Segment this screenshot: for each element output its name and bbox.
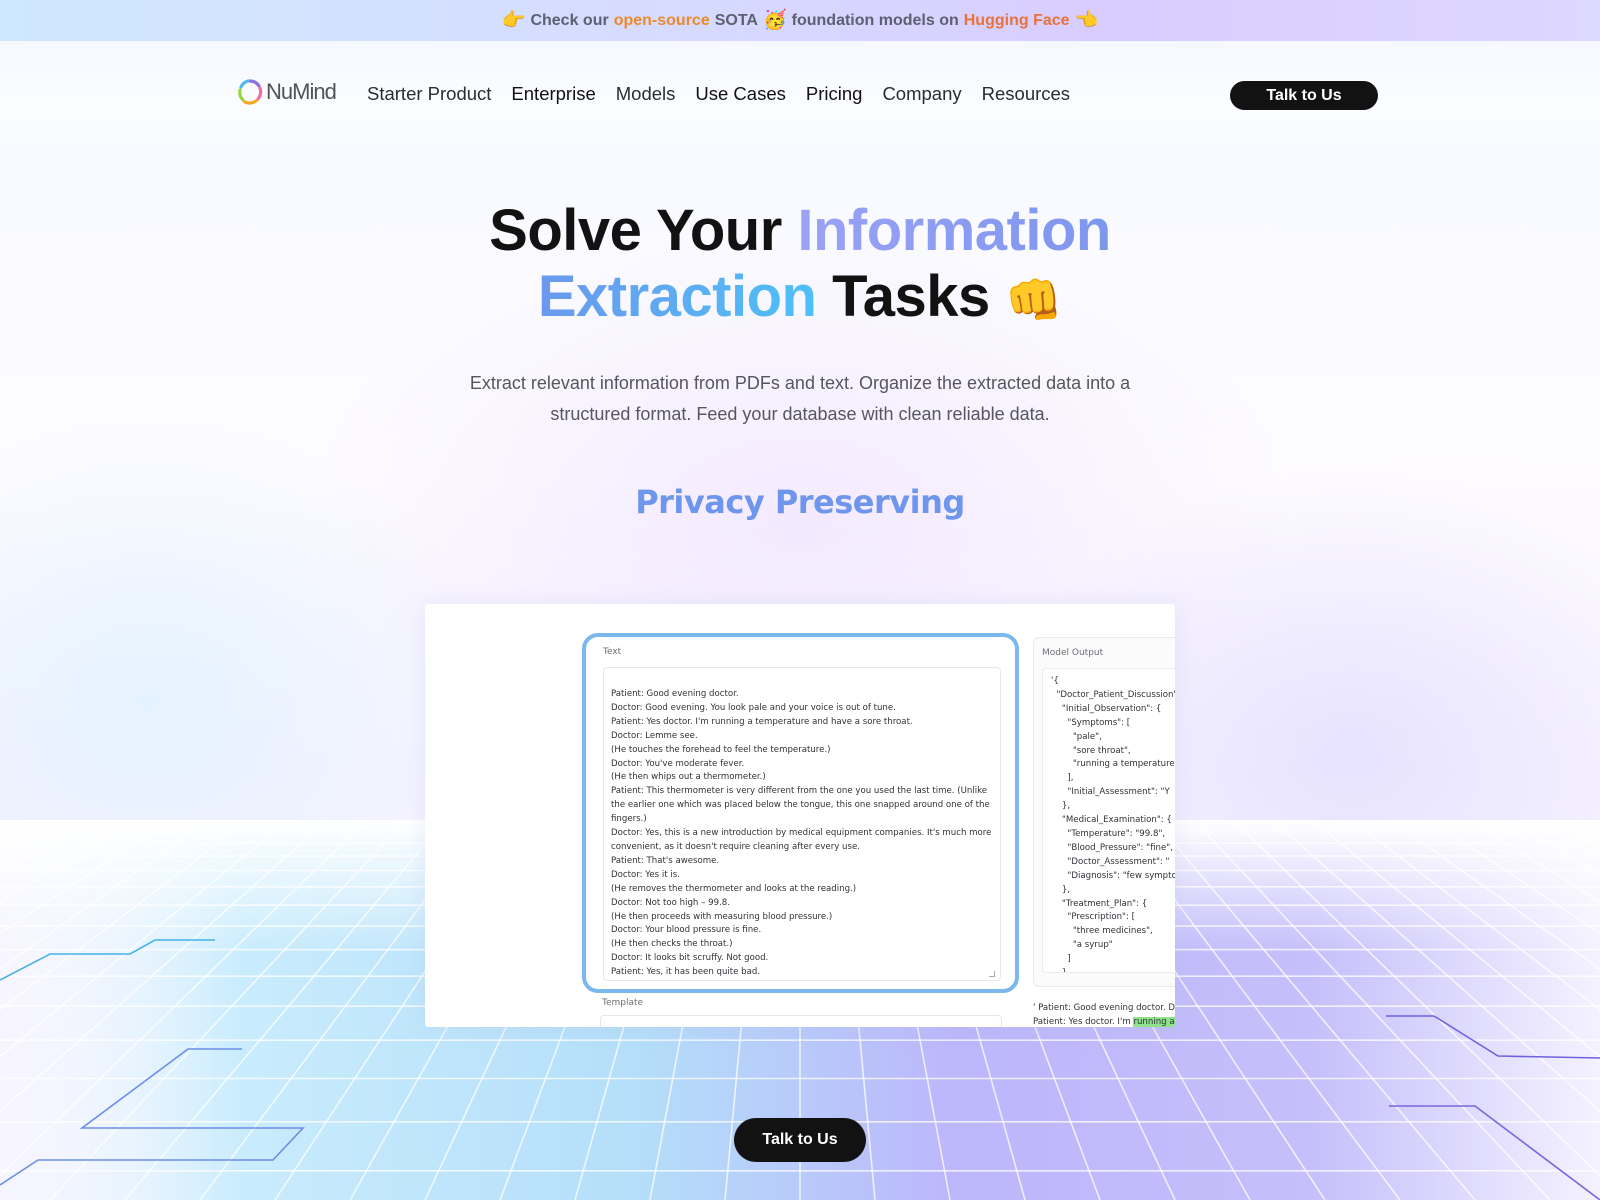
json-line: "Blood_Pressure": "fine", [1051, 842, 1173, 853]
json-line: "sore throat", [1051, 745, 1131, 756]
product-demo-screenshot: Text Patient: Good evening doctor. Doctor… [425, 604, 1175, 1027]
nav-link-enterprise[interactable]: Enterprise [511, 83, 595, 105]
json-line: "Initial_Observation": { [1051, 703, 1162, 714]
dialogue-line: Doctor: You've moderate fever. [611, 758, 745, 769]
talk-to-us-bottom-button[interactable]: Talk to Us [734, 1118, 866, 1162]
logo-text: NuMind [266, 79, 337, 104]
talk-to-us-button[interactable]: Talk to Us [1230, 81, 1378, 110]
json-line: }, [1051, 884, 1071, 895]
nav-link-resources[interactable]: Resources [982, 83, 1070, 105]
model-output-label: Model Output [1042, 648, 1104, 658]
dialogue-line: Doctor: Not too high – 99.8. [611, 897, 731, 908]
page-title: Solve Your Information Extraction Tasks … [0, 198, 1600, 333]
text-input-area[interactable]: Patient: Good evening doctor. Doctor: Goo… [603, 667, 1001, 981]
model-output-panel: Model Output '{ "Doctor_Patient_Discussi… [1033, 637, 1175, 987]
dialogue-line: Patient: Yes doctor. I'm running a tempe… [611, 716, 913, 727]
dialogue-line: Patient: That's awesome. [611, 855, 720, 866]
resize-handle-icon[interactable] [989, 971, 995, 977]
json-line: "pale", [1051, 731, 1102, 742]
highlight-line: ' Patient: Good evening doctor. Doctor: [1033, 1003, 1175, 1013]
title-text: Solve Your [489, 198, 798, 263]
json-line: "Doctor_Patient_Discussion": { [1051, 689, 1175, 700]
dialogue-line: (He removes the thermometer and looks at… [611, 883, 857, 894]
nav-link-starter-product[interactable]: Starter Product [367, 83, 491, 105]
json-line: "Initial_Assessment": "Y [1051, 787, 1170, 798]
dialogue-line: Doctor: Yes it is. [611, 869, 680, 880]
nav-link-models[interactable]: Models [616, 83, 676, 105]
announcement-text: foundation models on [791, 11, 959, 29]
dialogue-line: (He then proceeds with measuring blood p… [611, 911, 833, 922]
json-line: "Prescription": [ [1051, 912, 1135, 923]
json-line: "running a temperature" [1051, 759, 1175, 770]
dialogue-line: Doctor: Your blood pressure is fine. [611, 925, 762, 936]
nav-links: Starter Product Enterprise Models Use Ca… [367, 83, 1070, 105]
top-navigation: NuMind Starter Product Enterprise Models… [0, 41, 1600, 151]
json-line: "Doctor_Assessment": " [1051, 856, 1170, 867]
title-highlight: Information [797, 198, 1111, 263]
template-label: Template [602, 998, 644, 1008]
pointing-right-icon: 👉 [501, 10, 526, 31]
logo[interactable]: NuMind [237, 79, 337, 105]
numind-logo-icon [238, 79, 263, 105]
pointing-left-icon: 👈 [1074, 10, 1099, 31]
dialogue-line: Patient: Good evening doctor. [611, 689, 739, 699]
json-line: "Symptoms": [ [1051, 717, 1131, 728]
dialogue-line: (He then checks the throat.) [611, 939, 733, 950]
dialogue-line: Doctor: It looks bit scruffy. Not good. [611, 953, 769, 964]
party-face-icon: 🥳 [762, 10, 787, 31]
title-text: Tasks [816, 264, 1006, 329]
dialogue-line: (He touches the forehead to feel the tem… [611, 744, 831, 755]
text-input-panel: Text Patient: Good evening doctor. Doctor… [582, 633, 1019, 993]
json-line: }, [1051, 801, 1071, 812]
model-output-json: '{ "Doctor_Patient_Discussion": { "Initi… [1042, 668, 1175, 973]
rotating-feature-tag: Privacy Preserving [635, 483, 965, 521]
json-line: "Temperature": "99.8", [1051, 828, 1166, 839]
json-line: "Medical_Examination": { [1051, 815, 1172, 826]
hero-subtitle: Extract relevant information from PDFs a… [469, 373, 1131, 424]
text-label: Text [603, 647, 622, 657]
fist-bump-icon: 👊 [1005, 274, 1063, 326]
dialogue-line: Doctor: Yes, this is a new introduction … [611, 828, 992, 852]
hugging-face-link[interactable]: Hugging Face [964, 12, 1070, 30]
json-line: "Diagnosis": "few symptoms [1067, 870, 1175, 881]
json-line: ], [1051, 773, 1074, 784]
announcement-text: SOTA [714, 11, 758, 29]
json-line: ] [1051, 954, 1071, 965]
dialogue-line: Patient: This thermometer is very differ… [611, 786, 990, 825]
dialogue-line: (He then whips out a thermometer.) [611, 772, 766, 783]
title-highlight: Extraction [537, 264, 817, 329]
dialogue-line: Doctor: Lemme see. [611, 730, 698, 741]
dialogue-line: Patient: Yes, it has been quite bad. [611, 967, 761, 978]
highlight-line: Patient: Yes doctor. I'm running a tempe… [1033, 1015, 1175, 1027]
nav-link-pricing[interactable]: Pricing [806, 83, 863, 105]
json-line: "a syrup" [1051, 940, 1113, 951]
template-input[interactable] [600, 1015, 1002, 1027]
nav-link-company[interactable]: Company [882, 83, 961, 105]
json-line: "three medicines", [1051, 926, 1153, 937]
open-source-link[interactable]: open-source [614, 12, 710, 30]
highlight-line-text: Patient: Yes doctor. I'm [1033, 1017, 1134, 1027]
highlighted-span: running a temperature [1133, 1017, 1175, 1027]
json-line: '{ [1051, 676, 1059, 686]
dialogue-line: Doctor: Good evening. You look pale and … [611, 702, 896, 713]
nav-link-use-cases[interactable]: Use Cases [695, 83, 785, 105]
json-line: } [1051, 967, 1175, 972]
json-line: "Treatment_Plan": { [1051, 898, 1148, 909]
announcement-text: Check our [530, 11, 609, 29]
highlighted-source-text: ' Patient: Good evening doctor. Doctor: … [1033, 1001, 1175, 1027]
announcement-bar[interactable]: 👉 Check our open-source SOTA 🥳 foundatio… [0, 0, 1600, 41]
